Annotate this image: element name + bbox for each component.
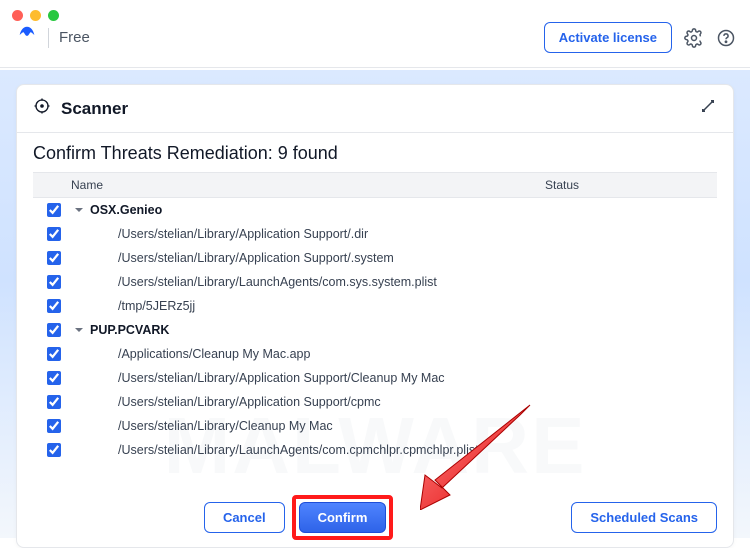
remediation-heading: Confirm Threats Remediation: 9 found xyxy=(17,133,733,172)
chevron-down-icon[interactable] xyxy=(74,325,84,335)
threat-item-row[interactable]: /Users/stelian/Library/Application Suppo… xyxy=(33,222,717,246)
threat-checkbox[interactable] xyxy=(47,395,61,409)
column-status: Status xyxy=(537,173,717,197)
threat-path: /Users/stelian/Library/Application Suppo… xyxy=(118,371,709,385)
scanner-card: MALWARE Scanner Confirm Threats Remediat… xyxy=(16,84,734,548)
cancel-button[interactable]: Cancel xyxy=(204,502,285,533)
scanner-icon xyxy=(33,97,51,120)
scheduled-scans-button[interactable]: Scheduled Scans xyxy=(571,502,717,533)
threat-path: /Applications/Cleanup My Mac.app xyxy=(118,347,709,361)
threat-group-row[interactable]: OSX.Genieo xyxy=(33,198,717,222)
threat-path: /tmp/5JERz5jj xyxy=(118,299,709,313)
threat-item-row[interactable]: /Users/stelian/Library/Application Suppo… xyxy=(33,366,717,390)
gear-icon[interactable] xyxy=(684,28,704,48)
divider xyxy=(48,28,49,48)
threat-group-row[interactable]: PUP.PCVARK xyxy=(33,318,717,342)
threat-checkbox[interactable] xyxy=(47,443,61,457)
threat-checkbox[interactable] xyxy=(47,299,61,313)
card-header: Scanner xyxy=(17,85,733,133)
threat-item-row[interactable]: /Users/stelian/Library/Cleanup My Mac xyxy=(33,414,717,438)
annotation-highlight: Confirm xyxy=(299,502,387,533)
collapse-icon[interactable] xyxy=(699,97,717,120)
plan-label: Free xyxy=(59,29,90,46)
activate-license-button[interactable]: Activate license xyxy=(544,22,672,53)
threat-path: /Users/stelian/Library/LaunchAgents/com.… xyxy=(118,275,709,289)
table-header: Name Status xyxy=(33,172,717,198)
confirm-button[interactable]: Confirm xyxy=(299,502,387,533)
minimize-window-button[interactable] xyxy=(30,10,41,21)
threat-path: /Users/stelian/Library/Application Suppo… xyxy=(118,251,709,265)
card-footer: Cancel Confirm Scheduled Scans xyxy=(17,490,733,547)
chevron-down-icon[interactable] xyxy=(74,205,84,215)
titlebar: Free Activate license xyxy=(0,0,750,68)
threat-item-row[interactable]: /Applications/Cleanup My Mac.app xyxy=(33,342,717,366)
window-controls xyxy=(12,10,59,21)
threat-checkbox[interactable] xyxy=(47,251,61,265)
threat-item-row[interactable]: /tmp/5JERz5jj xyxy=(33,294,717,318)
threat-item-row[interactable]: /Users/stelian/Library/LaunchAgents/com.… xyxy=(33,270,717,294)
app-logo-icon xyxy=(16,24,38,51)
threat-item-row[interactable]: /Users/stelian/Library/Application Suppo… xyxy=(33,246,717,270)
threat-list: OSX.Genieo /Users/stelian/Library/Applic… xyxy=(33,198,717,462)
threat-path: /Users/stelian/Library/Application Suppo… xyxy=(118,227,709,241)
help-icon[interactable] xyxy=(716,28,736,48)
threat-path: /Users/stelian/Library/LaunchAgents/com.… xyxy=(118,443,709,457)
column-name: Name xyxy=(33,173,537,197)
threat-item-row[interactable]: /Users/stelian/Library/Application Suppo… xyxy=(33,390,717,414)
threat-checkbox[interactable] xyxy=(47,419,61,433)
threat-checkbox[interactable] xyxy=(47,203,61,217)
threat-group-name: OSX.Genieo xyxy=(90,203,709,217)
card-title: Scanner xyxy=(61,99,128,119)
threat-group-name: PUP.PCVARK xyxy=(90,323,709,337)
threat-checkbox[interactable] xyxy=(47,371,61,385)
maximize-window-button[interactable] xyxy=(48,10,59,21)
close-window-button[interactable] xyxy=(12,10,23,21)
threat-checkbox[interactable] xyxy=(47,227,61,241)
threat-path: /Users/stelian/Library/Application Suppo… xyxy=(118,395,709,409)
threat-item-row[interactable]: /Users/stelian/Library/LaunchAgents/com.… xyxy=(33,438,717,462)
threat-checkbox[interactable] xyxy=(47,347,61,361)
threat-path: /Users/stelian/Library/Cleanup My Mac xyxy=(118,419,709,433)
threat-checkbox[interactable] xyxy=(47,323,61,337)
threat-checkbox[interactable] xyxy=(47,275,61,289)
